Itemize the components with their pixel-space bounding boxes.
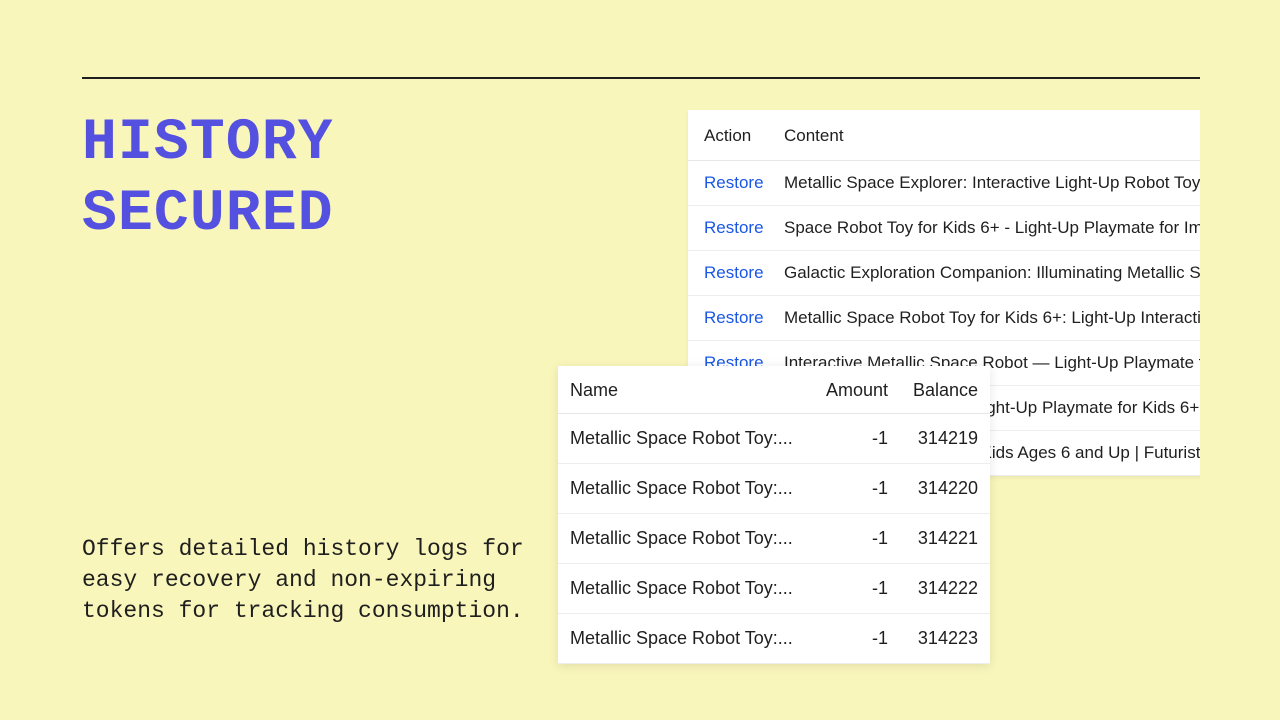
- page-description: Offers detailed history logs for easy re…: [82, 534, 542, 627]
- table-row: Metallic Space Robot Toy:... -1 314220: [558, 464, 990, 514]
- balance-name: Metallic Space Robot Toy:...: [570, 478, 808, 499]
- table-row: Restore Galactic Exploration Companion: …: [688, 251, 1200, 296]
- balance-table: Name Amount Balance Metallic Space Robot…: [558, 366, 990, 664]
- title-line-2: SECURED: [82, 182, 334, 247]
- history-table-header: Action Content: [688, 110, 1200, 161]
- balance-header-amount: Amount: [808, 380, 888, 401]
- balance-amount: -1: [808, 428, 888, 449]
- balance-header-balance: Balance: [888, 380, 978, 401]
- table-row: Restore Metallic Space Explorer: Interac…: [688, 161, 1200, 206]
- balance-value: 314220: [888, 478, 978, 499]
- balance-amount: -1: [808, 628, 888, 649]
- restore-link[interactable]: Restore: [704, 308, 784, 328]
- divider: [82, 77, 1200, 79]
- balance-name: Metallic Space Robot Toy:...: [570, 428, 808, 449]
- history-content: Space Robot Toy for Kids 6+ - Light-Up P…: [784, 218, 1200, 238]
- table-row: Metallic Space Robot Toy:... -1 314223: [558, 614, 990, 664]
- balance-amount: -1: [808, 528, 888, 549]
- table-row: Restore Space Robot Toy for Kids 6+ - Li…: [688, 206, 1200, 251]
- balance-value: 314221: [888, 528, 978, 549]
- history-content: Galactic Exploration Companion: Illumina…: [784, 263, 1200, 283]
- balance-value: 314222: [888, 578, 978, 599]
- restore-link[interactable]: Restore: [704, 218, 784, 238]
- table-row: Metallic Space Robot Toy:... -1 314222: [558, 564, 990, 614]
- balance-table-header: Name Amount Balance: [558, 366, 990, 414]
- table-row: Metallic Space Robot Toy:... -1 314219: [558, 414, 990, 464]
- balance-value: 314219: [888, 428, 978, 449]
- balance-amount: -1: [808, 578, 888, 599]
- title-line-1: HISTORY: [82, 111, 334, 176]
- balance-header-name: Name: [570, 380, 808, 401]
- balance-value: 314223: [888, 628, 978, 649]
- history-header-content: Content: [784, 126, 844, 146]
- history-content: Metallic Space Robot Toy for Kids 6+: Li…: [784, 308, 1200, 328]
- table-row: Metallic Space Robot Toy:... -1 314221: [558, 514, 990, 564]
- balance-name: Metallic Space Robot Toy:...: [570, 578, 808, 599]
- restore-link[interactable]: Restore: [704, 173, 784, 193]
- restore-link[interactable]: Restore: [704, 263, 784, 283]
- balance-amount: -1: [808, 478, 888, 499]
- history-content: Metallic Space Explorer: Interactive Lig…: [784, 173, 1200, 193]
- table-row: Restore Metallic Space Robot Toy for Kid…: [688, 296, 1200, 341]
- balance-name: Metallic Space Robot Toy:...: [570, 628, 808, 649]
- balance-name: Metallic Space Robot Toy:...: [570, 528, 808, 549]
- page-title: HISTORY SECURED: [82, 109, 334, 251]
- history-header-action: Action: [704, 126, 784, 146]
